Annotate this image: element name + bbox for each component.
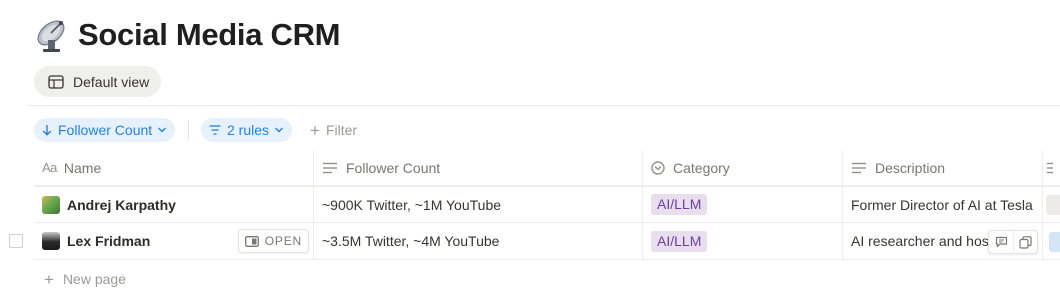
column-header-category[interactable]: Category — [643, 150, 843, 185]
new-page-label: New page — [62, 271, 126, 287]
table-row[interactable]: Lex Fridman OPEN ~3.5M Twitter, ~4M YouT… — [34, 223, 1060, 260]
comment-icon — [995, 236, 1007, 248]
filter-icon — [209, 125, 221, 135]
column-header-label: Description — [875, 159, 946, 176]
chevron-down-icon — [275, 127, 284, 133]
column-header-label: Name — [63, 159, 102, 176]
new-page-button[interactable]: + New page — [44, 268, 126, 290]
column-header-name[interactable]: Aa Name — [34, 150, 314, 185]
open-page-button[interactable]: OPEN — [237, 229, 309, 253]
page-title: Social Media CRM — [78, 17, 341, 52]
follower-count-value: ~3.5M Twitter, ~4M YouTube — [322, 233, 500, 249]
column-header-description[interactable]: Description — [843, 150, 1043, 185]
plus-icon: + — [310, 120, 320, 140]
name-cell[interactable]: Andrej Karpathy — [34, 187, 314, 222]
add-filter-button[interactable]: + Filter — [310, 118, 357, 142]
filter-rules-chip[interactable]: 2 rules — [201, 118, 293, 142]
plus-icon: + — [44, 269, 54, 289]
follower-count-cell[interactable]: ~900K Twitter, ~1M YouTube — [314, 187, 643, 222]
name-cell[interactable]: Lex Fridman OPEN — [34, 223, 314, 259]
column-header-more[interactable] — [1043, 150, 1060, 185]
text-lines-icon — [323, 162, 337, 173]
table-header-row: Aa Name Follower Count Category Descript… — [34, 150, 1060, 186]
side-peek-icon — [244, 235, 259, 247]
comment-button[interactable] — [989, 231, 1013, 253]
filter-rules-label: 2 rules — [227, 122, 270, 138]
toolbar-separator — [188, 120, 189, 140]
text-lines-icon — [1047, 162, 1053, 173]
satellite-antenna-icon[interactable] — [34, 16, 72, 54]
view-tab-default[interactable]: Default view — [34, 66, 162, 97]
row-hover-actions — [988, 230, 1038, 254]
category-cell[interactable]: AI/LLM — [643, 223, 843, 259]
divider — [26, 105, 1060, 106]
open-label: OPEN — [264, 234, 302, 248]
overflow-column-value — [1049, 232, 1060, 252]
avatar — [42, 232, 60, 250]
duplicate-button[interactable] — [1013, 231, 1037, 253]
follower-count-cell[interactable]: ~3.5M Twitter, ~4M YouTube — [314, 223, 643, 259]
column-header-label: Follower Count — [346, 159, 441, 176]
category-tag: AI/LLM — [651, 194, 708, 215]
category-cell[interactable]: AI/LLM — [643, 187, 843, 222]
select-circle-icon — [651, 160, 665, 175]
sort-chip-label: Follower Count — [58, 122, 153, 138]
overflow-column-value — [1046, 195, 1060, 215]
column-header-label: Category — [673, 159, 730, 176]
duplicate-icon — [1019, 235, 1032, 249]
description-value: Former Director of AI at Tesla — [851, 196, 1033, 213]
view-tab-label: Default view — [73, 73, 150, 90]
row-name: Andrej Karpathy — [67, 196, 176, 213]
description-value: AI researcher and host — [851, 233, 993, 249]
table-icon — [48, 74, 64, 89]
page-header: Social Media CRM — [34, 14, 341, 56]
row-select-checkbox[interactable] — [9, 234, 23, 248]
sort-chip[interactable]: Follower Count — [34, 118, 176, 142]
column-header-follower-count[interactable]: Follower Count — [314, 150, 643, 185]
table-row[interactable]: Andrej Karpathy ~900K Twitter, ~1M YouTu… — [34, 186, 1060, 223]
chevron-down-icon — [158, 127, 167, 133]
arrow-down-icon — [42, 125, 52, 136]
avatar — [42, 195, 60, 214]
row-name: Lex Fridman — [67, 233, 151, 249]
text-lines-icon — [852, 162, 866, 173]
add-filter-label: Filter — [325, 122, 358, 138]
category-tag: AI/LLM — [651, 230, 708, 252]
database-table: Aa Name Follower Count Category Descript… — [34, 150, 1060, 260]
follower-count-value: ~900K Twitter, ~1M YouTube — [322, 196, 502, 213]
description-cell[interactable]: Former Director of AI at Tesla — [843, 187, 1043, 222]
title-aa-icon: Aa — [42, 160, 57, 175]
